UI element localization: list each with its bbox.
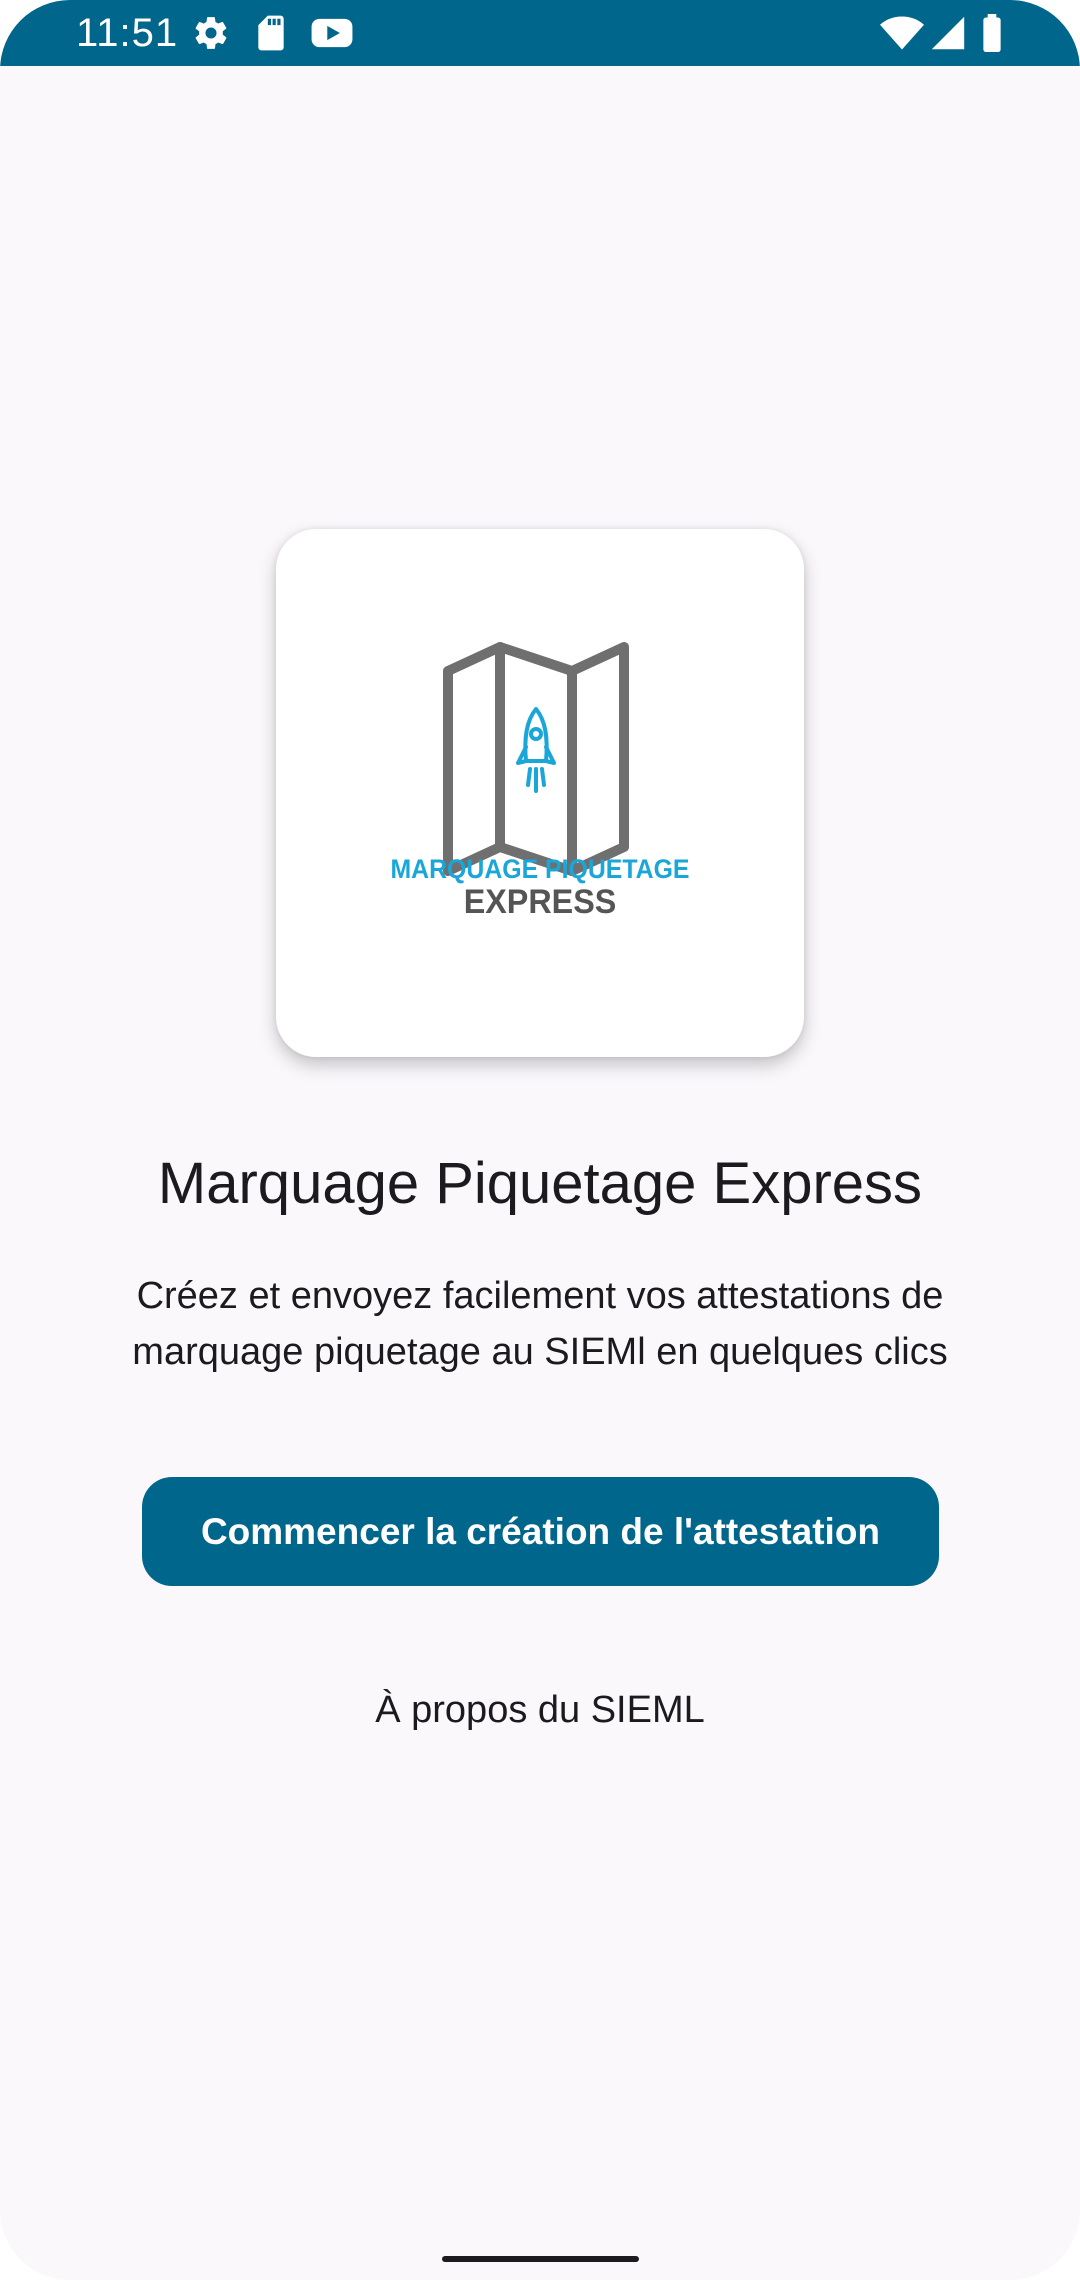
app-description: Créez et envoyez facilement vos attestat…: [132, 1275, 948, 1373]
logo-text-line2: EXPRESS: [463, 883, 617, 921]
status-bar: 11:51: [0, 0, 1080, 66]
folded-map-icon: [443, 642, 629, 876]
app-screen: 11:51 MARQUAGE PIQUETAGE EXPRESS Marquag…: [0, 0, 1080, 2280]
settings-gear-icon: [192, 14, 230, 54]
battery-icon: [980, 14, 1004, 54]
logo-text-line1: MARQUAGE PIQUETAGE: [390, 854, 690, 884]
cell-signal-icon: [930, 14, 966, 54]
status-time: 11:51: [76, 11, 179, 55]
app-logo: MARQUAGE PIQUETAGE EXPRESS: [276, 529, 804, 1057]
page-title: Marquage Piquetage Express: [157, 1151, 923, 1216]
rocket-icon: [516, 707, 556, 793]
sd-card-icon: [254, 14, 288, 54]
youtube-icon: [310, 14, 354, 54]
wifi-icon: [880, 14, 924, 54]
gesture-nav-handle[interactable]: [442, 2256, 639, 2262]
start-attestation-button[interactable]: Commencer la création de l'attestation: [142, 1477, 939, 1586]
about-sieml-link[interactable]: À propos du SIEML: [290, 1680, 790, 1740]
